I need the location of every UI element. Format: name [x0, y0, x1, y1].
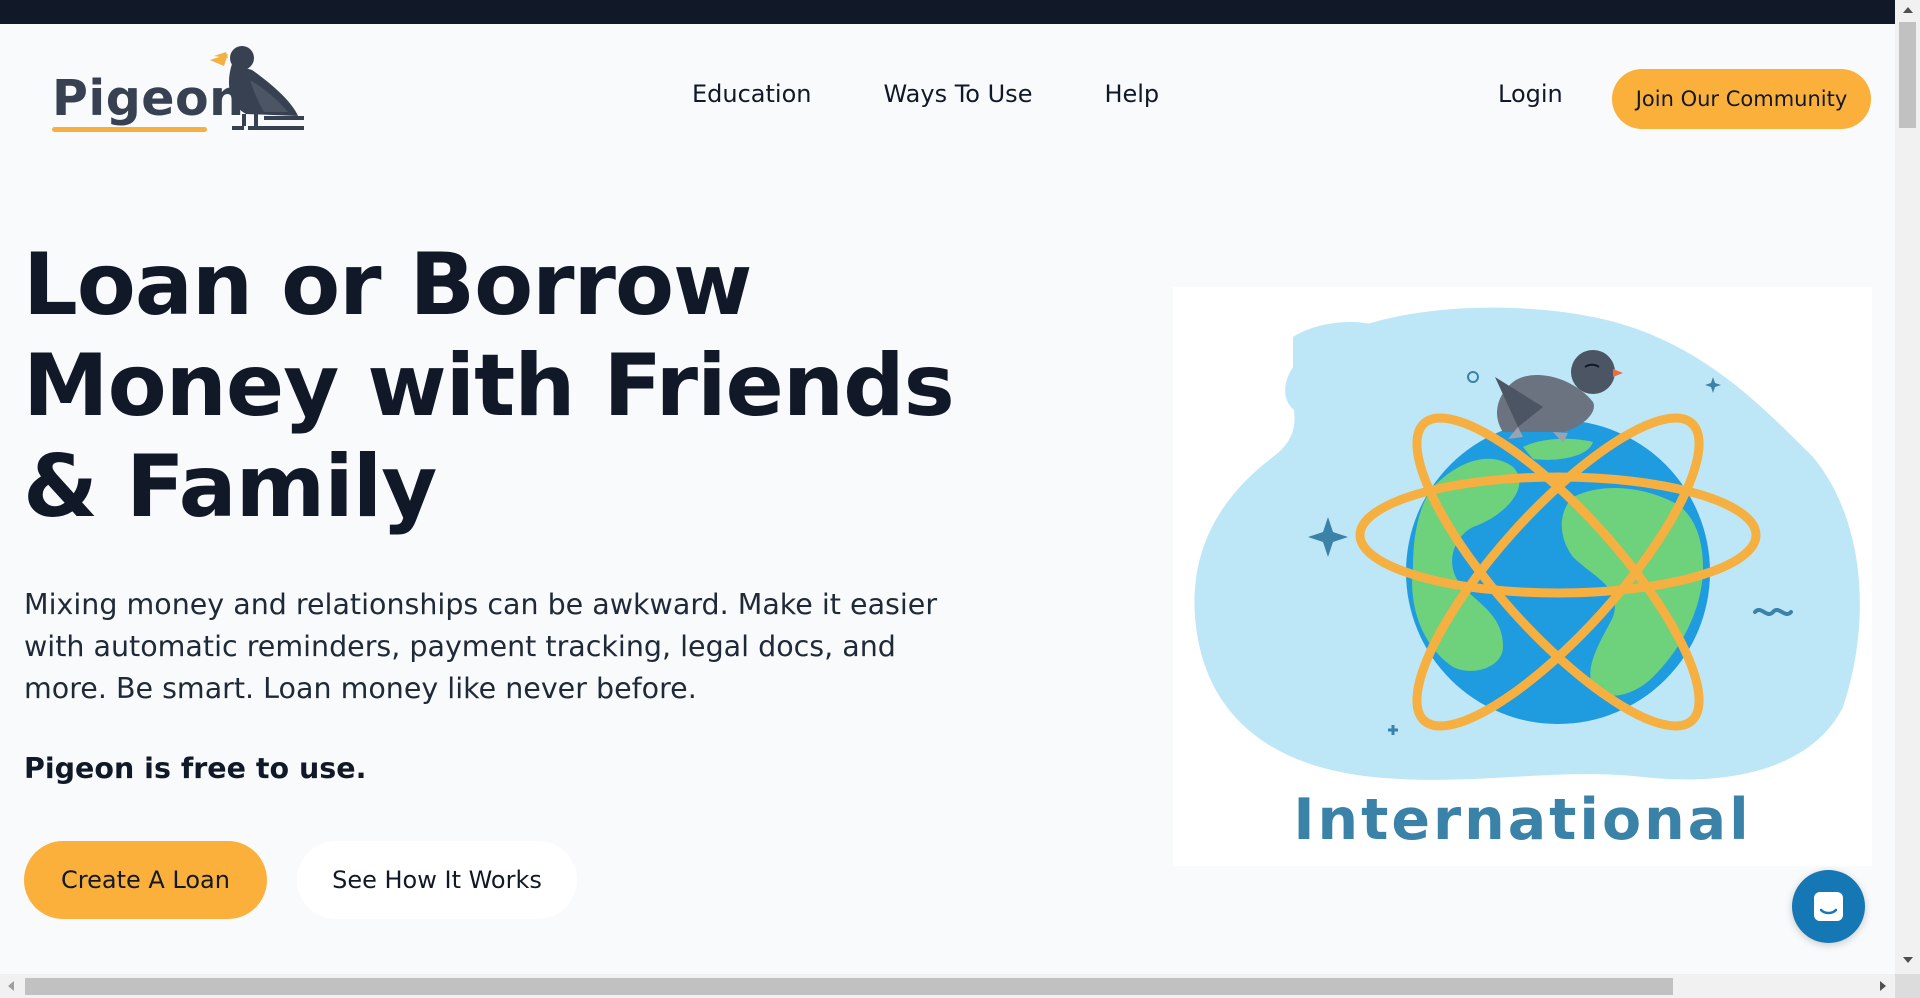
create-loan-button[interactable]: Create A Loan	[24, 841, 267, 919]
free-to-use-note: Pigeon is free to use.	[24, 752, 367, 785]
scroll-up-icon[interactable]	[1903, 7, 1913, 13]
see-how-it-works-button[interactable]: See How It Works	[297, 841, 577, 919]
vertical-scrollbar[interactable]	[1895, 0, 1920, 974]
chat-launcher-button[interactable]	[1792, 870, 1865, 943]
nav-item-ways-to-use[interactable]: Ways To Use	[883, 80, 1032, 108]
horizontal-scrollbar[interactable]	[0, 974, 1895, 998]
hero-description: Mixing money and relationships can be aw…	[24, 588, 938, 705]
login-link[interactable]: Login	[1498, 80, 1563, 108]
top-bar	[0, 0, 1895, 24]
pigeon-bird-icon	[210, 46, 304, 130]
join-community-button[interactable]: Join Our Community	[1612, 69, 1871, 129]
nav-item-education[interactable]: Education	[692, 80, 811, 108]
pigeon-logo[interactable]: Pigeon	[50, 42, 310, 137]
logo-underline	[52, 127, 207, 132]
chat-bubble-icon	[1814, 892, 1843, 921]
hero-title: Loan or Borrow Money with Friends & Fami…	[23, 235, 955, 537]
scrollbar-corner	[1895, 974, 1920, 998]
scroll-right-icon[interactable]	[1880, 981, 1886, 991]
international-illustration: International	[1173, 287, 1872, 866]
main-nav: Education Ways To Use Help	[692, 80, 1159, 108]
vertical-scroll-thumb[interactable]	[1899, 22, 1916, 128]
scroll-down-icon[interactable]	[1903, 957, 1913, 963]
horizontal-scroll-thumb[interactable]	[25, 978, 1673, 995]
globe-with-pigeon-illustration	[1194, 307, 1860, 780]
scroll-left-icon[interactable]	[8, 981, 14, 991]
nav-item-help[interactable]: Help	[1104, 80, 1159, 108]
illustration-label: International	[1293, 787, 1752, 853]
